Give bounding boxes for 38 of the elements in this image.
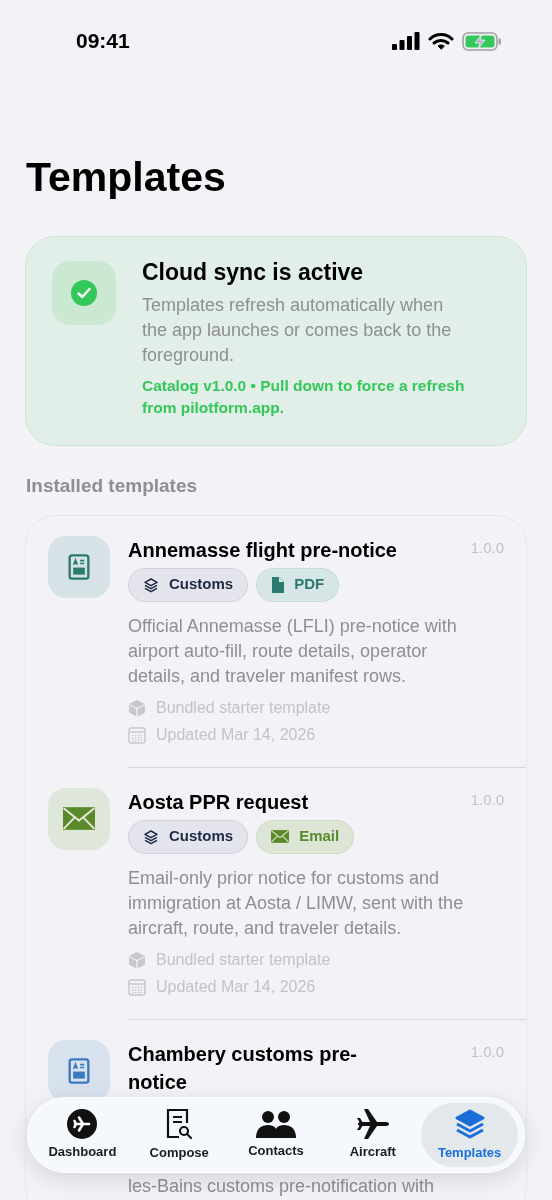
layers-icon [453, 1107, 486, 1140]
template-title: Chambery customs pre-notice [128, 1041, 358, 1095]
tab-bar-item[interactable]: Contacts [227, 1103, 325, 1167]
template-description: les-Bains customs pre-notification with [128, 1174, 436, 1198]
box-icon [128, 699, 146, 717]
document-search-icon [165, 1107, 194, 1140]
layers-icon [143, 576, 159, 593]
tab-bar-item[interactable]: Compose [130, 1103, 228, 1167]
wifi-icon [428, 31, 454, 51]
box-icon [128, 951, 146, 969]
template-title: Aosta PPR request [128, 789, 309, 815]
tag-chip: PDF [256, 567, 340, 602]
calendar-icon [128, 978, 146, 996]
calendar-icon [128, 726, 146, 744]
airplane-icon [355, 1108, 390, 1139]
tag-chip: Customs [128, 567, 249, 602]
sync-title: Cloud sync is active [142, 258, 365, 287]
status-time: 09:41 [76, 28, 130, 55]
envelope-icon [271, 830, 290, 843]
section-label: Installed templates [26, 474, 199, 498]
tab-bar-item[interactable]: Dashboard [34, 1103, 131, 1167]
airplane-circle-icon [67, 1108, 98, 1139]
page-title: Templates [26, 153, 227, 202]
layers-icon [143, 828, 159, 845]
battery-icon [462, 31, 502, 51]
tab-bar-item[interactable]: Templates [421, 1103, 518, 1167]
signal-icon [392, 32, 420, 50]
sync-note: Catalog v1.0.0 • Pull down to force a refresh from pilotform.app. [142, 376, 466, 418]
document-icon [271, 576, 285, 593]
sync-description: Templates refresh automatically when the app launches or comes back to the foreground. [142, 294, 453, 367]
template-description: Email-only prior notice for customs and immigration at Aosta / LIMW, sent with the aircraft, route, and traveler details. [128, 866, 465, 940]
people-icon [256, 1109, 296, 1138]
template-description: Official Annemasse (LFLI) pre-notice with airport auto-fill, route details, operator details, and traveler manifest rows. [128, 614, 458, 688]
template-title: Annemasse flight pre-notice [128, 537, 397, 563]
tag-chip: Customs [128, 819, 249, 854]
tab-bar-item[interactable]: Aircraft [324, 1103, 422, 1167]
tag-chip: Email [256, 819, 355, 854]
checkmark-icon [71, 280, 97, 306]
